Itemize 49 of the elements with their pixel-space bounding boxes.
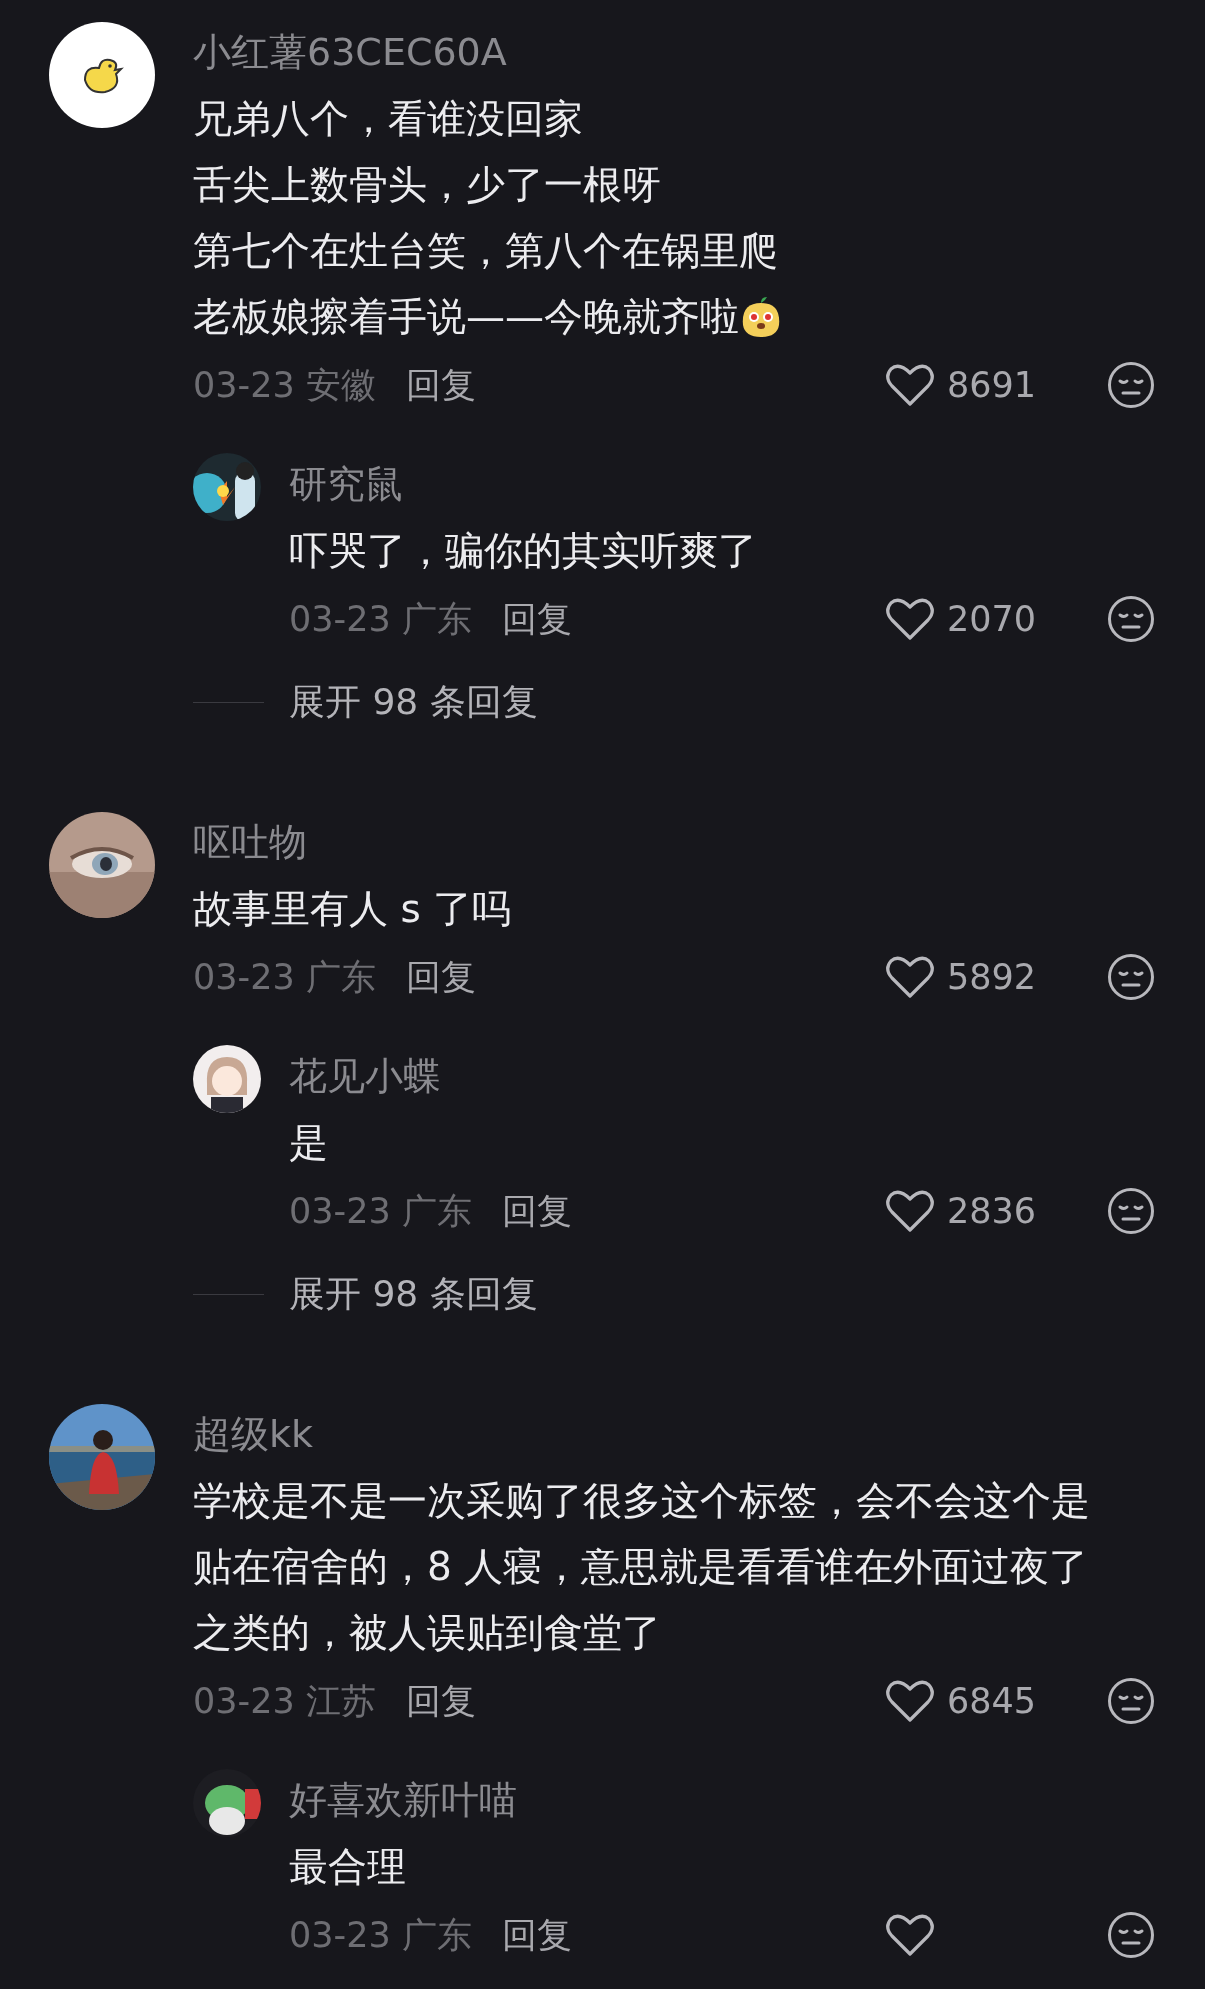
emoji-face-icon[interactable] (1107, 361, 1155, 409)
avatar-icon[interactable] (49, 22, 155, 128)
username[interactable]: 呕吐物 (193, 808, 1155, 876)
emoji-face-icon[interactable] (1107, 595, 1155, 643)
comment-text: 老板娘擦着手说——今晚就齐啦 (193, 293, 739, 341)
like-count: 2070 (947, 597, 1037, 641)
like-count: 5892 (947, 955, 1037, 999)
heart-icon[interactable] (885, 596, 935, 642)
username[interactable]: 花见小蝶 (289, 1042, 1155, 1110)
username[interactable]: 研究鼠 (289, 450, 1155, 518)
heart-icon[interactable] (885, 1188, 935, 1234)
username[interactable]: 好喜欢新叶喵 (289, 1766, 1155, 1834)
reply-button[interactable]: 回复 (501, 1184, 572, 1238)
emoji-face-icon[interactable] (1107, 1187, 1155, 1235)
emoji-face-icon[interactable] (1107, 1911, 1155, 1959)
like-count: 8691 (947, 363, 1037, 407)
heart-icon[interactable] (885, 1912, 935, 1958)
comment-text: 之类的，被人误贴到食堂了 (193, 1609, 662, 1657)
comment-date: 03-23 广东 (289, 597, 472, 641)
emoji-face-icon[interactable] (1107, 1677, 1155, 1725)
username[interactable]: 超级kk (193, 1400, 1155, 1468)
comment-text: 贴在宿舍的，8 人寝，意思就是看看谁在外面过夜了 (193, 1543, 1090, 1591)
reply-button[interactable]: 回复 (405, 358, 476, 412)
comment-date: 03-23 江苏 (193, 1679, 376, 1723)
comment-date: 03-23 广东 (289, 1913, 472, 1957)
expand-replies-link[interactable]: 展开 98 条回复 (289, 1267, 538, 1321)
reply-button[interactable]: 回复 (501, 592, 572, 646)
comment-text: 最合理 (289, 1843, 407, 1891)
comment-text: 是 (289, 1119, 329, 1167)
comment-date: 03-23 安徽 (193, 363, 376, 407)
comment-text: 舌尖上数骨头，少了一根呀 (193, 161, 662, 209)
reply-button[interactable]: 回复 (405, 950, 476, 1004)
username[interactable]: 小红薯63CEC60A (193, 18, 1155, 86)
heart-icon[interactable] (885, 954, 935, 1000)
comment-text: 故事里有人 s 了吗 (193, 885, 513, 933)
emoji-face-icon[interactable] (1107, 953, 1155, 1001)
like-count: 2836 (947, 1189, 1037, 1233)
comment-text: 第七个在灶台笑，第八个在锅里爬 (193, 227, 779, 275)
heart-icon[interactable] (885, 1678, 935, 1724)
comment-date: 03-23 广东 (193, 955, 376, 999)
expand-replies-link[interactable]: 展开 98 条回复 (289, 675, 538, 729)
comment-text: 学校是不是一次采购了很多这个标签，会不会这个是 (193, 1477, 1091, 1525)
like-count: 6845 (947, 1679, 1037, 1723)
comment-text: 吓哭了，骗你的其实听爽了 (289, 527, 758, 575)
comment-text: 兄弟八个，看谁没回家 (193, 95, 584, 143)
reply-button[interactable]: 回复 (501, 1908, 572, 1962)
heart-icon[interactable] (885, 362, 935, 408)
comment-date: 03-23 广东 (289, 1189, 472, 1233)
reply-button[interactable]: 回复 (405, 1674, 476, 1728)
